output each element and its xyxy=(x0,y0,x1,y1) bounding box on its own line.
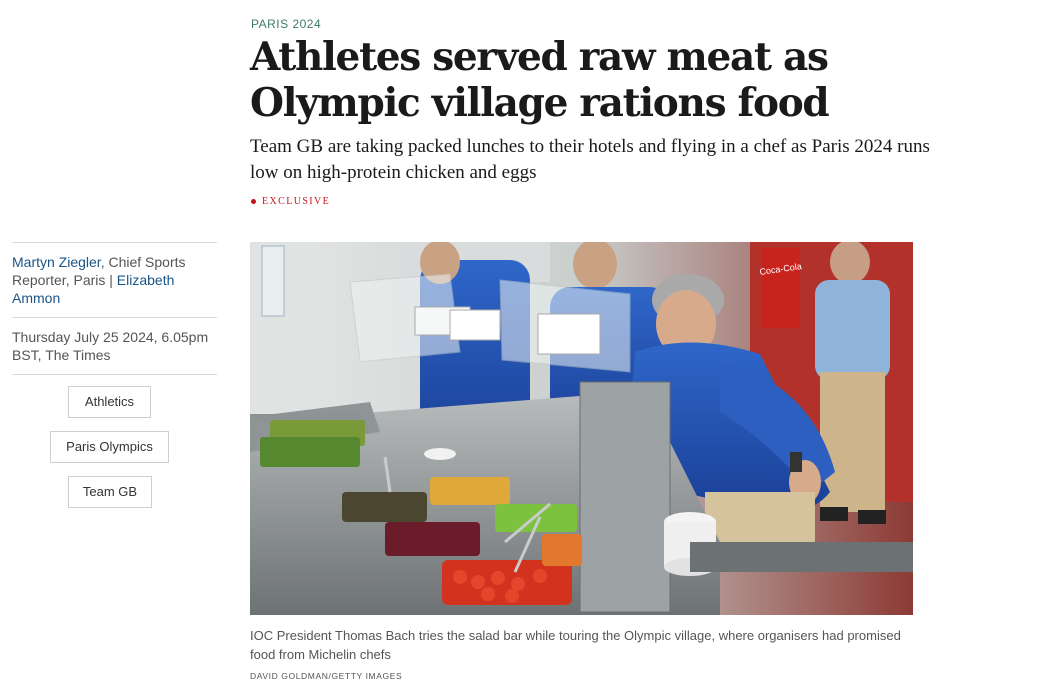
divider xyxy=(12,317,217,318)
section-kicker[interactable]: PARIS 2024 xyxy=(251,17,321,31)
publish-date: Thursday July 25 2024, 6.05pm BST, The T… xyxy=(12,329,209,363)
coca-cola-sign xyxy=(762,248,800,328)
byline: Martyn Ziegler, Chief Sports Reporter, P… xyxy=(12,253,212,307)
photo-caption: IOC President Thomas Bach tries the sala… xyxy=(250,628,901,662)
headline: Athletes served raw meat as Olympic vill… xyxy=(250,34,830,126)
tag-athletics[interactable]: Athletics xyxy=(68,386,151,418)
tag-paris-olympics[interactable]: Paris Olympics xyxy=(50,431,169,463)
article-photo: Coca-Cola xyxy=(250,242,913,615)
exclusive-text: EXCLUSIVE xyxy=(262,196,331,207)
salad-bar-photo: Coca-Cola xyxy=(250,242,913,615)
photo-credit: DAVID GOLDMAN/GETTY IMAGES xyxy=(250,671,403,681)
divider xyxy=(12,374,217,375)
author-link-martyn-ziegler[interactable]: Martyn Ziegler xyxy=(12,254,101,270)
tag-team-gb[interactable]: Team GB xyxy=(68,476,152,508)
exclusive-label: EXCLUSIVE xyxy=(251,196,330,207)
standfirst: Team GB are taking packed lunches to the… xyxy=(250,136,930,183)
divider xyxy=(12,242,217,243)
exclusive-dot-icon xyxy=(251,199,256,204)
